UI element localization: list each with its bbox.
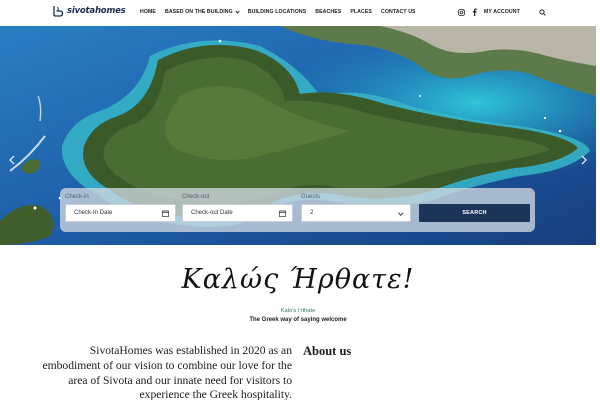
- main-nav: HOME BASED ON THE BUILDING BUILDING LOCA…: [140, 0, 425, 24]
- guests-select[interactable]: 2: [301, 204, 411, 222]
- nav-home[interactable]: HOME: [140, 9, 156, 15]
- nav-based-label: BASED ON THE BUILDING: [164, 9, 233, 15]
- guests-value: 2: [310, 210, 314, 216]
- nav-beaches-label: BEACHES: [315, 9, 342, 15]
- nav-building-locations[interactable]: BUILDING LOCATIONS: [248, 9, 306, 15]
- welcome-meaning: The Greek way of saying welcome: [249, 317, 347, 323]
- about-title: About us: [303, 344, 352, 358]
- chevron-down-icon: [397, 210, 403, 216]
- calendar-icon: [162, 210, 169, 217]
- nav-locations-label: BUILDING LOCATIONS: [247, 9, 307, 15]
- welcome-title: Καλώς Ήρθατε!: [181, 264, 415, 295]
- nav-contact-us[interactable]: CONTACT US: [381, 9, 416, 15]
- nav-places[interactable]: PLACES: [350, 9, 372, 15]
- logo-text: sivotahomes: [67, 6, 126, 16]
- my-account-link[interactable]: MY ACCOUNT: [484, 0, 520, 24]
- checkin-placeholder: Check-In Date: [74, 210, 113, 216]
- checkout-label: Check-out: [182, 194, 210, 200]
- checkout-placeholder: Check-out Date: [191, 210, 233, 216]
- about-description: SivotaHomes was established in 2020 as a…: [42, 344, 292, 400]
- facebook-icon[interactable]: [469, 6, 479, 18]
- nav-places-label: PLACES: [350, 9, 372, 15]
- checkin-label: Check-in: [65, 194, 89, 200]
- booking-form: Check-in Check-In Date Check-out Check-o…: [60, 188, 535, 232]
- calendar-icon: [279, 210, 286, 217]
- chevron-down-icon: [235, 8, 240, 14]
- instagram-icon[interactable]: [456, 6, 466, 18]
- logo-icon: [53, 6, 64, 17]
- nav-contact-label: CONTACT US: [381, 9, 416, 15]
- nav-beaches[interactable]: BEACHES: [315, 9, 341, 15]
- slider-next-arrow-icon[interactable]: [580, 154, 588, 166]
- search-button[interactable]: SEARCH: [419, 204, 530, 222]
- checkin-date-input[interactable]: Check-In Date: [65, 204, 176, 222]
- site-header: sivotahomes HOME BASED ON THE BUILDING B…: [0, 0, 600, 24]
- search-icon[interactable]: [537, 6, 547, 18]
- nav-based-on-the-building[interactable]: BASED ON THE BUILDING: [164, 8, 240, 15]
- nav-home-label: HOME: [140, 9, 156, 15]
- site-logo[interactable]: sivotahomes: [52, 5, 126, 17]
- guests-label: Guests: [301, 194, 321, 200]
- slider-prev-arrow-icon[interactable]: [8, 154, 16, 166]
- checkout-date-input[interactable]: Check-out Date: [182, 204, 293, 222]
- welcome-transliteration: Kalo's I'rthate: [280, 308, 316, 314]
